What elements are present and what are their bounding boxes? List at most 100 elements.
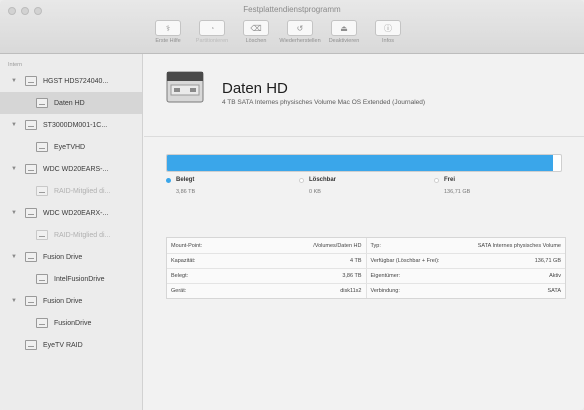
sidebar-item-label: Fusion Drive [43, 253, 83, 261]
disk-icon [25, 296, 37, 306]
sidebar-list: ▼ HGST HDS724040... Daten HD ▼ ST3000DM001-1… [0, 70, 142, 356]
volume-icon [36, 186, 48, 196]
sidebar-item[interactable]: ▼ WDC WD20EARS-... [0, 158, 142, 180]
sidebar-item-label: RAID-Mitglied di... [54, 231, 111, 239]
info-cell: Belegt: 3,86 TB [167, 269, 367, 283]
disclosure-triangle-icon[interactable]: ▼ [11, 122, 19, 128]
sidebar-item-label: Daten HD [54, 99, 85, 107]
sidebar-item[interactable]: IntelFusionDrive [0, 268, 142, 290]
toolbar-item-info[interactable]: ⓘ Infos [368, 20, 408, 44]
info-cell: Kapazität: 4 TB [167, 254, 367, 268]
disclosure-triangle-icon[interactable]: ▼ [11, 210, 19, 216]
info-cell: Verfügbar (Löschbar + Frei): 136,71 GB [367, 254, 566, 268]
sidebar-item-label: Fusion Drive [43, 297, 83, 305]
info-cell: Typ: SATA Internes physisches Volume [367, 238, 566, 253]
legend-value: 3,86 TB [176, 189, 196, 195]
app-window: Festplattendienstprogramm ⚕ Erste Hilfe ◔ P… [0, 0, 584, 410]
toolbar-item-eject[interactable]: ⏏ Deaktivieren [324, 20, 364, 44]
volume-icon [36, 142, 48, 152]
disclosure-triangle-icon[interactable]: ▼ [11, 298, 19, 304]
info-key: Typ: [370, 242, 381, 249]
disclosure-triangle-icon[interactable]: ▼ [11, 166, 19, 172]
disk-icon [25, 340, 37, 350]
info-key: Verbindung: [370, 288, 400, 294]
stethoscope-icon[interactable]: ⚕ [155, 20, 181, 36]
info-value: /Volumes/Daten HD [313, 242, 362, 249]
eject-icon[interactable]: ⏏ [331, 20, 357, 36]
legend-used: Belegt 3,86 TB [166, 177, 195, 195]
toolbar-item-label: Erste Hilfe [155, 38, 181, 44]
disk-icon [25, 164, 37, 174]
sidebar-item[interactable]: EyeTVHD [0, 136, 142, 158]
partition-icon: ◔ [199, 20, 225, 36]
toolbar-item-label: Deaktivieren [328, 38, 360, 44]
info-icon[interactable]: ⓘ [375, 20, 401, 36]
sidebar-section-header: Intern [8, 62, 23, 68]
disclosure-triangle-icon[interactable]: ▼ [11, 78, 19, 84]
sidebar: Intern ▼ HGST HDS724040... Daten HD ▼ ST3000… [0, 54, 143, 410]
toolbar-item-label: Wiederherstellen [279, 38, 321, 44]
sidebar-item[interactable]: RAID-Mitglied di... [0, 224, 142, 246]
used-color-dot [166, 177, 171, 183]
disk-icon [25, 252, 37, 262]
hard-drive-icon [166, 71, 204, 103]
info-value: disk11s2 [340, 288, 362, 294]
volume-icon [36, 274, 48, 284]
erase-icon[interactable]: ⌫ [243, 20, 269, 36]
info-cell: Eigentümer: Aktiv [367, 269, 566, 283]
sidebar-item-label: WDC WD20EARX-... [43, 209, 109, 217]
sidebar-item[interactable]: Daten HD [0, 92, 142, 114]
sidebar-item[interactable]: ▼ WDC WD20EARX-... [0, 202, 142, 224]
toolbar-item-erase[interactable]: ⌫ Löschen [236, 20, 276, 44]
sidebar-item[interactable]: FusionDrive [0, 312, 142, 334]
volume-name: Daten HD [222, 80, 288, 97]
sidebar-item[interactable]: ▼ ST3000DM001-1C... [0, 114, 142, 136]
sidebar-item[interactable]: RAID-Mitglied di... [0, 180, 142, 202]
legend-purgeable: Löschbar 0 KB [299, 177, 336, 195]
sidebar-item-label: EyeTV RAID [43, 341, 83, 349]
sidebar-item-label: EyeTVHD [54, 143, 86, 151]
legend-label: Löschbar [309, 177, 337, 183]
sidebar-item-label: ST3000DM001-1C... [43, 121, 108, 129]
info-cell: Verbindung: SATA [367, 284, 566, 298]
legend-value: 136,71 GB [444, 189, 471, 195]
sidebar-item[interactable]: EyeTV RAID [0, 334, 142, 356]
info-row: Belegt: 3,86 TB Eigentümer: Aktiv [167, 268, 565, 283]
volume-icon [36, 230, 48, 240]
toolbar-item-label: Löschen [245, 38, 267, 44]
info-key: Belegt: [171, 273, 189, 279]
info-cell: Gerät: disk11s2 [167, 284, 367, 298]
toolbar-item-label: Partitionieren [195, 38, 229, 44]
main-pane: Daten HD 4 TB SATA Internes physisches V… [144, 54, 584, 410]
sidebar-item[interactable]: ▼ HGST HDS724040... [0, 70, 142, 92]
disk-icon [25, 120, 37, 130]
sidebar-item[interactable]: ▼ Fusion Drive [0, 246, 142, 268]
restore-icon[interactable]: ↺ [287, 20, 313, 36]
titlebar: Festplattendienstprogramm ⚕ Erste Hilfe ◔ P… [0, 0, 584, 54]
info-key: Mount-Point: [171, 242, 203, 249]
toolbar-item-label: Infos [382, 38, 394, 44]
info-table: Mount-Point: /Volumes/Daten HD Typ: SATA In… [166, 237, 566, 299]
sidebar-item[interactable]: ▼ Fusion Drive [0, 290, 142, 312]
info-value: Aktiv [549, 273, 561, 279]
divider [144, 136, 584, 137]
legend-label: Belegt [176, 177, 195, 183]
toolbar-item-partition: ◔ Partitionieren [192, 20, 232, 44]
sidebar-item-label: IntelFusionDrive [54, 275, 105, 283]
volume-icon [36, 318, 48, 328]
disk-icon [25, 208, 37, 218]
toolbar-item-restore[interactable]: ↺ Wiederherstellen [279, 20, 321, 44]
disk-icon [25, 76, 37, 86]
sidebar-item-label: RAID-Mitglied di... [54, 187, 111, 195]
info-row: Kapazität: 4 TB Verfügbar (Löschbar + Frei… [167, 253, 565, 268]
sidebar-item-label: FusionDrive [54, 319, 92, 327]
toolbar-item-stethoscope[interactable]: ⚕ Erste Hilfe [148, 20, 188, 44]
free-color-dot [434, 177, 439, 183]
disclosure-triangle-icon[interactable]: ▼ [11, 254, 19, 260]
legend-value: 0 KB [309, 189, 321, 195]
info-value: SATA [547, 288, 561, 294]
usage-bar [166, 154, 562, 172]
info-cell: Mount-Point: /Volumes/Daten HD [167, 238, 367, 253]
info-row: Gerät: disk11s2 Verbindung: SATA [167, 283, 565, 298]
info-row: Mount-Point: /Volumes/Daten HD Typ: SATA In… [167, 238, 565, 253]
